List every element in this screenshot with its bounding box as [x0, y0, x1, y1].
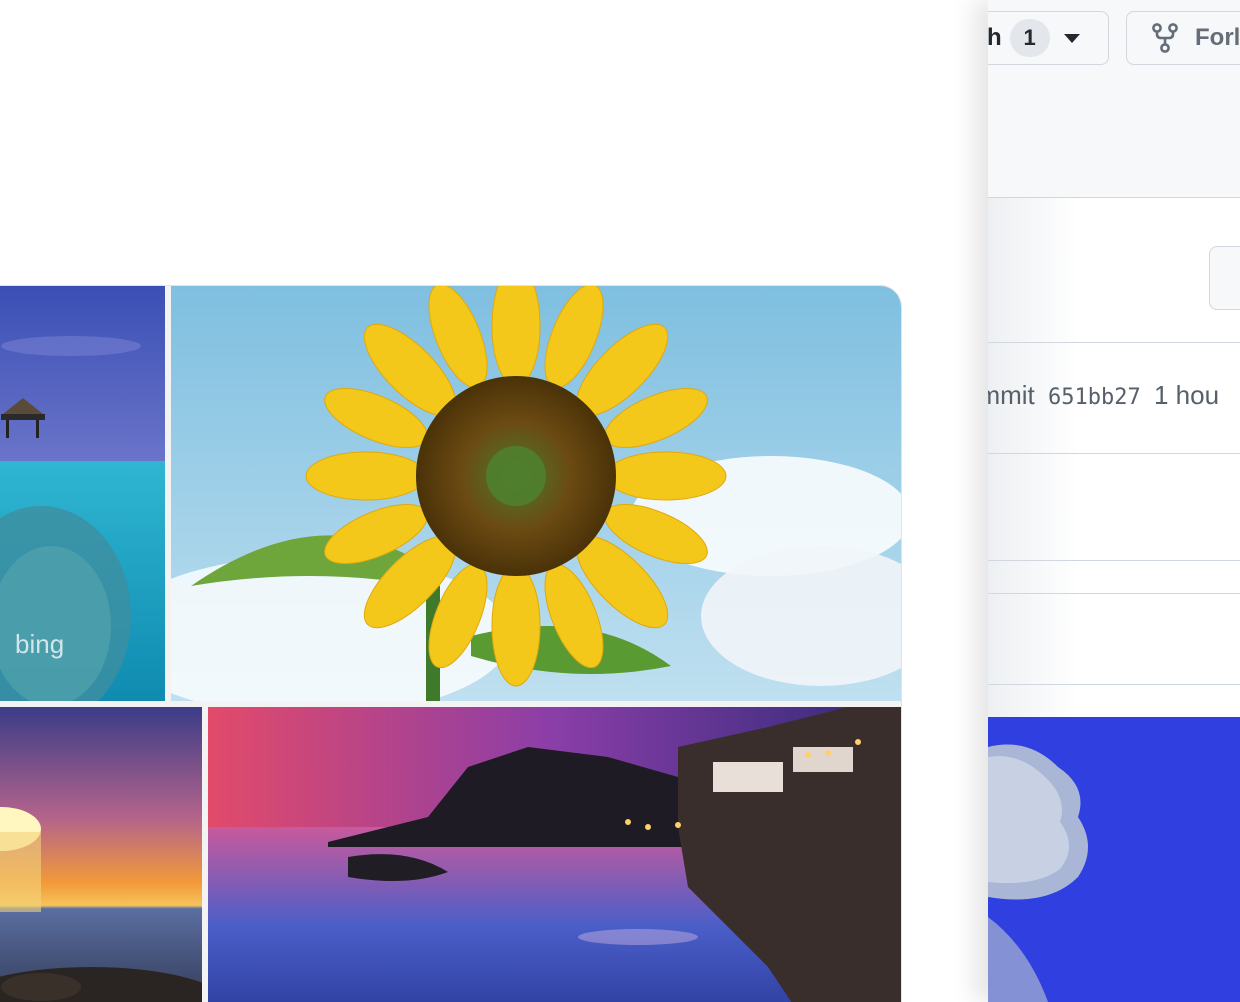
- divider: [988, 560, 1240, 561]
- commit-prefix: ommit: [988, 380, 1035, 410]
- tile-sunset-beach[interactable]: [0, 707, 202, 1002]
- repository-pane: h 1 Forl ommit: [988, 0, 1240, 1002]
- repo-header: h 1 Forl: [988, 0, 1240, 198]
- commit-sha[interactable]: 651bb27: [1048, 385, 1141, 410]
- divider: [988, 684, 1240, 685]
- fork-icon: [1152, 23, 1178, 53]
- divider: [988, 342, 1240, 343]
- watch-label: h: [988, 24, 1002, 51]
- image-gallery-pane: bing: [0, 0, 988, 1002]
- wallpaper-gallery: bing: [0, 285, 902, 1002]
- divider: [988, 593, 1240, 594]
- fork-label: Forl: [1195, 24, 1240, 51]
- file-action-button[interactable]: [1209, 246, 1240, 310]
- tile-coastal-town[interactable]: [208, 707, 901, 1002]
- tile-tropical-island[interactable]: bing: [0, 286, 165, 701]
- watch-button[interactable]: h 1: [988, 11, 1109, 65]
- watch-count: 1: [1009, 19, 1050, 57]
- shadow-fade: [988, 198, 1078, 718]
- preview-image-blue-cloud: [988, 717, 1240, 1002]
- divider: [988, 453, 1240, 454]
- caret-down-icon: [1063, 33, 1080, 43]
- fork-button[interactable]: Forl: [1126, 11, 1240, 65]
- tile-sunflower[interactable]: [171, 286, 901, 701]
- bing-watermark: bing: [15, 629, 65, 659]
- latest-commit-row[interactable]: ommit 651bb27 1 hou: [988, 380, 1219, 411]
- commit-time: 1 hou: [1153, 380, 1220, 410]
